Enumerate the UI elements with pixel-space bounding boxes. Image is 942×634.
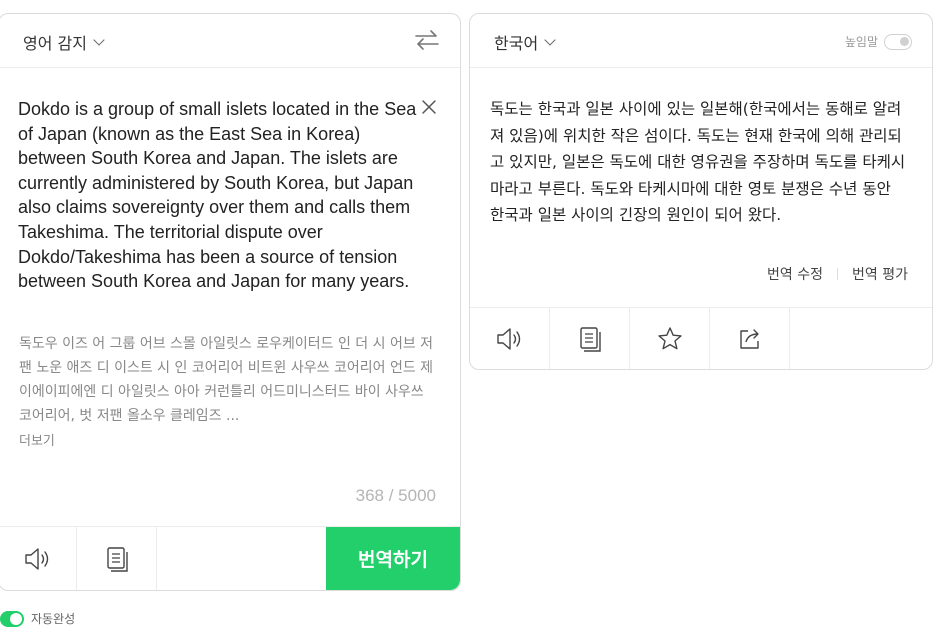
listen-source-button[interactable] [0, 527, 77, 590]
source-footer: 번역하기 [0, 526, 460, 590]
honorific-label: 높임말 [844, 35, 878, 49]
translate-button[interactable]: 번역하기 [326, 527, 460, 590]
favorite-button[interactable] [630, 308, 710, 369]
target-header: 한국어 높임말 [470, 14, 932, 68]
source-language-label: 영어 감지 [23, 34, 87, 53]
toggle-switch[interactable] [0, 610, 24, 627]
autocomplete-toggle[interactable]: 자동완성 [0, 610, 75, 627]
source-header: 영어 감지 [0, 14, 460, 68]
share-icon [739, 328, 759, 349]
target-language-label: 한국어 [494, 34, 539, 53]
chevron-down-icon [544, 34, 556, 46]
copy-translation-button[interactable] [550, 308, 630, 369]
copy-icon [106, 546, 128, 572]
target-panel: 한국어 높임말 독도는 한국과 일본 사이에 있는 일본해(한국에서는 동해로 … [469, 13, 933, 370]
copy-icon [579, 326, 601, 352]
honorific-toggle[interactable]: 높임말 [845, 33, 912, 50]
rate-translation-link[interactable]: 번역 평가 [852, 264, 908, 284]
more-link[interactable]: 더보기 [19, 430, 55, 449]
source-panel: 영어 감지 Dokdo is a group of small islets l… [0, 13, 461, 591]
edit-translation-link[interactable]: 번역 수정 [767, 264, 823, 284]
target-language-select[interactable]: 한국어 [494, 30, 556, 54]
character-count: 368 / 5000 [355, 486, 436, 505]
swap-icon[interactable] [414, 29, 440, 51]
translation-actions: 번역 수정 번역 평가 [767, 264, 908, 284]
chevron-down-icon [93, 34, 105, 46]
pronunciation-text: 독도우 이즈 어 그룹 어브 스몰 아일릿스 로우케이터드 인 더 시 어브 저… [19, 336, 434, 424]
copy-source-button[interactable] [77, 527, 157, 590]
listen-translation-button[interactable] [470, 308, 550, 369]
source-text-input[interactable]: Dokdo is a group of small islets located… [18, 97, 418, 294]
target-footer [470, 307, 932, 369]
close-icon[interactable] [421, 99, 437, 115]
translated-text: 독도는 한국과 일본 사이에 있는 일본해(한국에서는 동해로 알려져 있음)에… [490, 100, 906, 224]
share-button[interactable] [710, 308, 790, 369]
speaker-icon [24, 547, 48, 570]
star-icon [657, 326, 682, 349]
speaker-icon [496, 327, 520, 350]
divider [837, 268, 839, 280]
source-language-select[interactable]: 영어 감지 [23, 30, 105, 54]
autocomplete-label: 자동완성 [31, 612, 76, 626]
toggle-switch[interactable] [884, 33, 912, 50]
